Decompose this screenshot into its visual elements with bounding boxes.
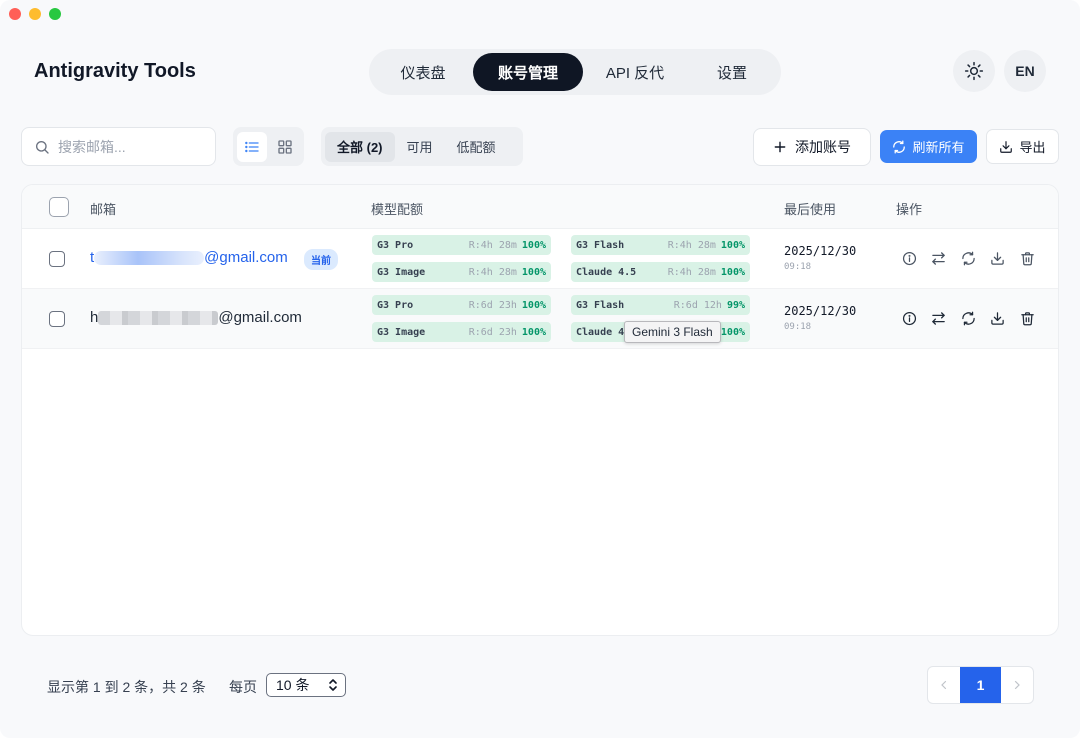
switch-icon: [931, 311, 945, 325]
filter-available[interactable]: 可用: [395, 132, 445, 162]
main-nav: 仪表盘 账号管理 API 反代 设置: [369, 49, 781, 95]
header-actions: 操作: [896, 202, 923, 217]
app-window: Antigravity Tools 仪表盘 账号管理 API 反代 设置 EN: [0, 0, 1080, 738]
filter-group: 全部 (2) 可用 低配额: [321, 127, 523, 166]
table-row[interactable]: t @gmail.com 当前 G3 Pro R:4h 28m 100% G3 F…: [22, 229, 1058, 289]
maximize-window-button[interactable]: [49, 8, 61, 20]
email-redaction: [98, 311, 219, 326]
quota-chip: G3 Image R:4h 28m 100%: [372, 262, 551, 282]
details-button[interactable]: [900, 249, 918, 267]
sun-icon: [964, 61, 984, 81]
add-account-label: 添加账号: [795, 139, 851, 155]
email-suffix: @gmail.com: [204, 249, 288, 266]
refresh-account-button[interactable]: [959, 309, 977, 327]
filter-low-quota[interactable]: 低配额: [445, 132, 508, 162]
export-account-button[interactable]: [988, 309, 1006, 327]
email-prefix: h: [90, 309, 99, 326]
header-last-used: 最后使用: [784, 202, 837, 217]
switch-icon: [931, 251, 945, 265]
add-account-button[interactable]: 添加账号: [753, 128, 871, 166]
chevron-updown-icon: [329, 679, 337, 691]
refresh-icon: [893, 140, 906, 153]
download-icon: [990, 311, 1004, 325]
export-label: 导出: [1019, 140, 1046, 155]
account-email[interactable]: t @gmail.com: [90, 249, 288, 266]
chevron-right-icon: [1014, 680, 1020, 690]
delete-account-button[interactable]: [1018, 249, 1036, 267]
trash-icon: [1020, 251, 1034, 265]
quota-chip: G3 Pro R:4h 28m 100%: [372, 235, 551, 255]
refresh-icon: [961, 251, 975, 265]
quota-chip: G3 Flash R:6d 12h 99%: [571, 295, 750, 315]
details-button[interactable]: [900, 309, 918, 327]
chevron-left-icon: [941, 680, 947, 690]
language-button[interactable]: EN: [1004, 50, 1046, 92]
model-tooltip: Gemini 3 Flash: [624, 321, 721, 343]
refresh-all-label: 刷新所有: [912, 140, 965, 155]
last-used-date: 2025/12/30: [784, 304, 857, 318]
switch-account-button[interactable]: [929, 249, 947, 267]
nav-api-proxy[interactable]: API 反代: [583, 53, 687, 91]
view-toggle: [233, 127, 304, 166]
info-icon: [902, 251, 916, 265]
last-used-time: 09:18: [784, 262, 812, 272]
row-checkbox[interactable]: [49, 311, 65, 327]
last-used-date: 2025/12/30: [784, 244, 857, 258]
nav-accounts[interactable]: 账号管理: [473, 53, 583, 91]
filter-all[interactable]: 全部 (2): [325, 131, 395, 162]
export-button[interactable]: 导出: [986, 129, 1059, 164]
table-row[interactable]: h @gmail.com G3 Pro R:6d 23h 100% G3 Flas…: [22, 289, 1058, 349]
search-box: [21, 127, 216, 166]
app-title: Antigravity Tools: [34, 60, 196, 82]
prev-page-button[interactable]: [928, 667, 960, 703]
pagination-summary: 显示第 1 到 2 条，共 2 条: [47, 679, 206, 695]
switch-account-button[interactable]: [929, 309, 947, 327]
window-controls: [9, 8, 61, 20]
current-badge: 当前: [304, 249, 338, 270]
nav-dashboard[interactable]: 仪表盘: [373, 53, 473, 91]
last-used-time: 09:18: [784, 322, 812, 332]
search-input[interactable]: [58, 138, 208, 155]
refresh-account-button[interactable]: [959, 249, 977, 267]
grid-icon: [278, 139, 292, 154]
theme-toggle-button[interactable]: [953, 50, 995, 92]
close-window-button[interactable]: [9, 8, 21, 20]
email-suffix: @gmail.com: [218, 309, 302, 326]
delete-account-button[interactable]: [1018, 309, 1036, 327]
row-checkbox[interactable]: [49, 251, 65, 267]
accounts-table: 邮箱 模型配额 最后使用 操作 t @gmail.com 当前 G3 Pro R:…: [21, 184, 1059, 636]
account-email[interactable]: h @gmail.com: [90, 309, 302, 326]
per-page-label: 每页: [229, 679, 257, 695]
next-page-button[interactable]: [1001, 667, 1033, 703]
refresh-icon: [961, 311, 975, 325]
download-icon: [1000, 140, 1013, 153]
select-all-checkbox[interactable]: [49, 197, 69, 217]
list-view-button[interactable]: [237, 131, 267, 162]
table-header: 邮箱 模型配额 最后使用 操作: [22, 185, 1058, 229]
info-icon: [902, 311, 916, 325]
minimize-window-button[interactable]: [29, 8, 41, 20]
quota-chip: G3 Image R:6d 23h 100%: [372, 322, 551, 342]
header-email: 邮箱: [90, 202, 117, 217]
page-button-current[interactable]: 1: [960, 667, 1001, 703]
export-account-button[interactable]: [988, 249, 1006, 267]
header-quota: 模型配额: [371, 202, 424, 217]
grid-view-button[interactable]: [271, 132, 301, 162]
email-redaction: [94, 251, 205, 266]
per-page-value: 10 条: [276, 677, 310, 693]
pagination: 1: [927, 666, 1034, 704]
quota-chip: G3 Pro R:6d 23h 100%: [372, 295, 551, 315]
quota-chip: Claude 4.5 R:4h 28m 100%: [571, 262, 750, 282]
plus-icon: [774, 141, 786, 153]
list-icon: [244, 141, 259, 152]
nav-settings[interactable]: 设置: [687, 53, 777, 91]
trash-icon: [1020, 311, 1034, 325]
download-icon: [990, 251, 1004, 265]
quota-chip: G3 Flash R:4h 28m 100%: [571, 235, 750, 255]
search-icon: [36, 140, 49, 154]
refresh-all-button[interactable]: 刷新所有: [880, 130, 977, 163]
per-page-select[interactable]: 10 条: [266, 673, 346, 697]
